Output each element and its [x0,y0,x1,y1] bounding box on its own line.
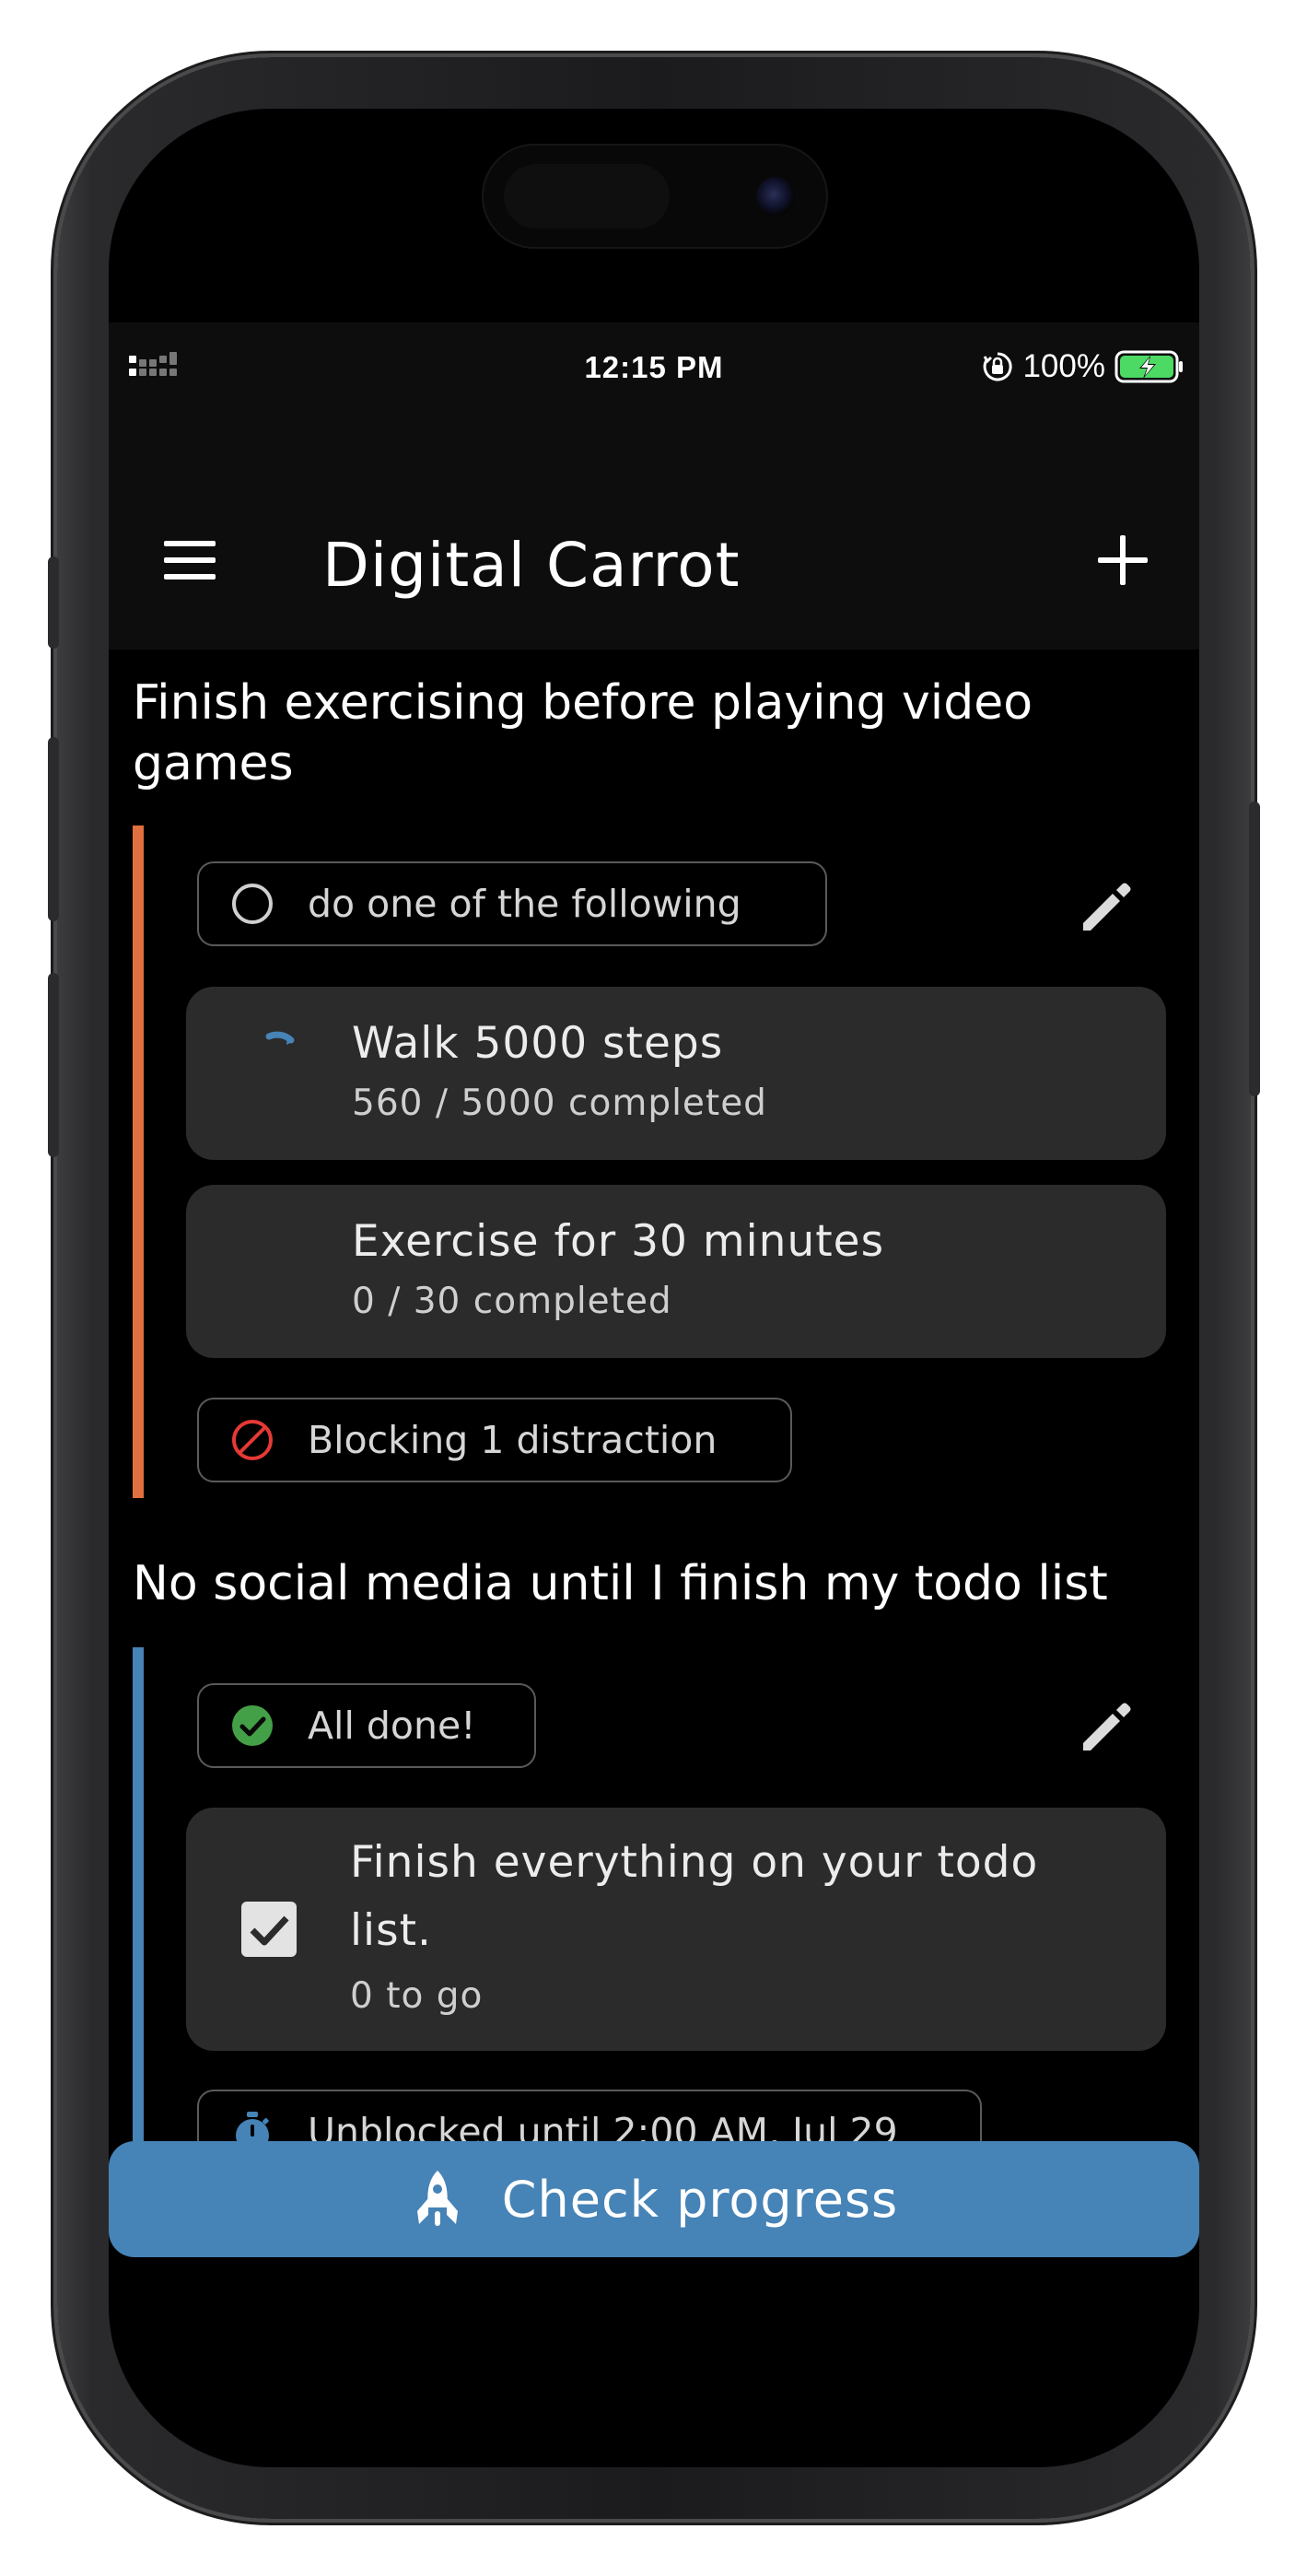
camera-icon [756,177,795,216]
edit-icon[interactable] [1078,877,1137,936]
battery-charging-icon [1114,350,1183,383]
add-icon[interactable] [1098,535,1148,585]
goal-mode-chip[interactable]: All done! [197,1683,536,1768]
task-title-continued: list. [350,1905,432,1956]
task-title: Finish everything on your todo [350,1837,1039,1888]
status-bar: 12:15 PM 100% [109,322,1199,428]
island-sensor [504,164,670,228]
app-bar: Digital Carrot [109,428,1199,650]
rocket-icon [416,2171,458,2226]
task-title: Walk 5000 steps [352,1018,724,1069]
task-card[interactable]: Exercise for 30 minutes 0 / 30 completed [186,1185,1166,1358]
empty-circle-icon [232,884,273,924]
check-progress-button[interactable]: Check progress [109,2141,1199,2257]
dynamic-island [482,144,828,249]
task-card[interactable]: Finish everything on your todo list. 0 t… [186,1808,1166,2051]
power-button [1249,802,1260,1096]
rotation-lock-icon [984,352,1013,381]
goal-accent-bar [133,1647,144,2189]
goal-accent-bar [133,825,144,1498]
task-card[interactable]: Walk 5000 steps 560 / 5000 completed [186,987,1166,1160]
goal-status-chip[interactable]: Blocking 1 distraction [197,1398,792,1482]
goal-title: No social media until I finish my todo l… [133,1556,1108,1611]
volume-up-button [48,737,59,921]
progress-arc-icon [265,1031,295,1045]
volume-down-button [48,973,59,1157]
action-button [48,556,59,649]
goal-mode-label: All done! [308,1704,476,1748]
task-title: Exercise for 30 minutes [352,1216,885,1267]
app-title: Digital Carrot [322,530,741,601]
screen: 12:15 PM 100% Digital Carrot Finish exer… [109,109,1199,2467]
goal-mode-chip[interactable]: do one of the following [197,861,827,946]
menu-icon[interactable] [164,541,216,580]
check-progress-label: Check progress [501,2170,899,2229]
checkbox-checked-icon[interactable] [239,1900,298,1959]
task-progress: 0 / 30 completed [352,1281,672,1322]
goal-mode-label: do one of the following [308,882,741,926]
goal-title: Finish exercising before playing video g… [133,675,1033,791]
goal-status-label: Blocking 1 distraction [308,1418,718,1462]
task-progress: 560 / 5000 completed [352,1083,767,1124]
blocked-icon [232,1420,273,1460]
status-right: 100% [982,348,1184,385]
task-progress: 0 to go [350,1975,484,2017]
battery-percent: 100% [1022,348,1105,384]
check-circle-icon [232,1705,273,1746]
edit-icon[interactable] [1078,1697,1137,1756]
